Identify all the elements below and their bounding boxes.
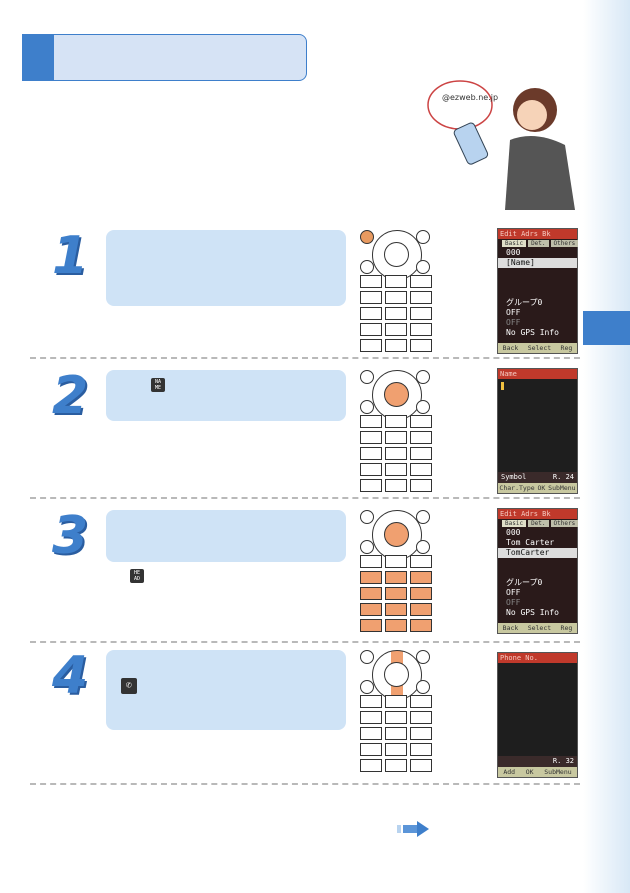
keypad-diagram-1 (360, 230, 432, 352)
softkey-reg[interactable]: Reg (561, 343, 573, 353)
softkey-char-type[interactable]: Char.Type (499, 483, 534, 493)
field-name[interactable]: [Name] (498, 258, 577, 268)
field-address[interactable] (498, 288, 577, 298)
number-keys (360, 415, 432, 492)
step-number-2: 2 (52, 366, 89, 426)
softkey (360, 510, 374, 524)
divider (30, 641, 580, 643)
remaining-count: R. 24 (552, 473, 574, 481)
text-cursor (501, 382, 504, 390)
name-key-icon: NA ME (151, 378, 165, 392)
field-option[interactable]: OFF (498, 318, 577, 328)
tab-others[interactable]: Others (550, 520, 579, 527)
softkey (416, 260, 430, 274)
field-option[interactable]: OFF (498, 598, 577, 608)
softkey (416, 510, 430, 524)
softkey-submenu[interactable]: SubMenu (548, 483, 575, 493)
tab-detail[interactable]: Det. (528, 240, 549, 247)
screen-phone-number: Phone No. R. 32 Add OK SubMenu (497, 652, 578, 778)
softkey-back[interactable]: Back (503, 623, 519, 633)
screen-title: Name (498, 369, 577, 379)
keypad-diagram-4 (360, 650, 432, 772)
number-keys (360, 695, 432, 772)
softkey (360, 540, 374, 554)
svg-text:@ezweb.ne.jp: @ezweb.ne.jp (442, 93, 498, 102)
softkey (416, 400, 430, 414)
softkey (360, 650, 374, 664)
field-secret[interactable]: OFF (498, 588, 577, 598)
tab-others[interactable]: Others (550, 240, 579, 247)
nav-key (372, 230, 422, 280)
nav-up-down-highlighted (372, 650, 422, 700)
field-name-reading[interactable]: TomCarter (498, 548, 577, 558)
step-2-instruction: NA ME (106, 370, 346, 421)
center-key-highlighted (372, 510, 422, 560)
softkey-ok[interactable]: OK (538, 483, 546, 493)
softkey-add[interactable]: Add (503, 767, 515, 777)
tab-detail[interactable]: Det. (528, 520, 549, 527)
softkey-submenu[interactable]: SubMenu (544, 767, 571, 777)
field-gps[interactable]: No GPS Info (498, 608, 577, 618)
screen-edit-address-book-1: Edit Adrs Bk Basic Det. Others 000 [Name] … (497, 228, 579, 354)
screen-title: Phone No. (498, 653, 577, 663)
softkey-ok[interactable]: OK (526, 767, 534, 777)
divider (30, 783, 580, 785)
divider (30, 357, 580, 359)
number-keys-highlighted (360, 555, 432, 632)
softkey (360, 260, 374, 274)
field-secret[interactable]: OFF (498, 308, 577, 318)
step-3-instruction (106, 510, 346, 562)
screen-name-input: Name Symbol R. 24 Char.Type OK SubMenu (497, 368, 578, 494)
section-header (22, 34, 307, 81)
step-1-instruction (106, 230, 346, 306)
softkey-select[interactable]: Select (528, 623, 551, 633)
screen-title: Edit Adrs Bk (498, 229, 577, 239)
softkey (416, 680, 430, 694)
header-marker (23, 35, 54, 80)
next-page-arrow-icon (397, 821, 429, 837)
chapter-tab (583, 311, 630, 345)
center-key-highlighted (372, 370, 422, 420)
screen-title: Edit Adrs Bk (498, 509, 577, 519)
page-edge-strip (583, 0, 630, 893)
softkey (360, 370, 374, 384)
number-keys (360, 275, 432, 352)
field-address[interactable] (498, 568, 577, 578)
remaining-count: R. 32 (498, 756, 577, 767)
phone-key-icon: ✆ (121, 678, 137, 694)
field-name[interactable]: Tom Carter (498, 538, 577, 548)
tab-basic[interactable]: Basic (502, 520, 527, 527)
tab-basic[interactable]: Basic (502, 240, 527, 247)
keypad-diagram-3 (360, 510, 432, 632)
step-number-3: 3 (52, 506, 89, 566)
field-reading[interactable]: 000 (498, 528, 577, 538)
field-gps[interactable]: No GPS Info (498, 328, 577, 338)
head-key-icon: HE AD (130, 569, 144, 583)
illustration-woman-with-phone: @ezweb.ne.jp (427, 80, 575, 210)
field-group[interactable]: グループ0 (498, 298, 577, 308)
softkey (416, 370, 430, 384)
symbol-indicator: Symbol (501, 473, 527, 481)
field-phone[interactable] (498, 268, 577, 278)
softkey (416, 650, 430, 664)
step-number-4: 4 (52, 646, 89, 706)
step-number-1: 1 (52, 226, 89, 286)
screen-edit-address-book-3: Edit Adrs Bk Basic Det. Others 000 Tom Car… (497, 508, 579, 634)
softkey (360, 680, 374, 694)
field-reading[interactable]: 000 (498, 248, 577, 258)
field-group[interactable]: グループ0 (498, 578, 577, 588)
field-email[interactable] (498, 558, 577, 568)
softkey-back[interactable]: Back (503, 343, 519, 353)
softkey (416, 540, 430, 554)
keypad-diagram-2 (360, 370, 432, 492)
softkey (360, 400, 374, 414)
softkey (416, 230, 430, 244)
softkey-select[interactable]: Select (528, 343, 551, 353)
softkey-reg[interactable]: Reg (561, 623, 573, 633)
step-4-instruction: ✆ (106, 650, 346, 730)
field-email[interactable] (498, 278, 577, 288)
mail-key-highlighted (360, 230, 374, 244)
divider (30, 497, 580, 499)
